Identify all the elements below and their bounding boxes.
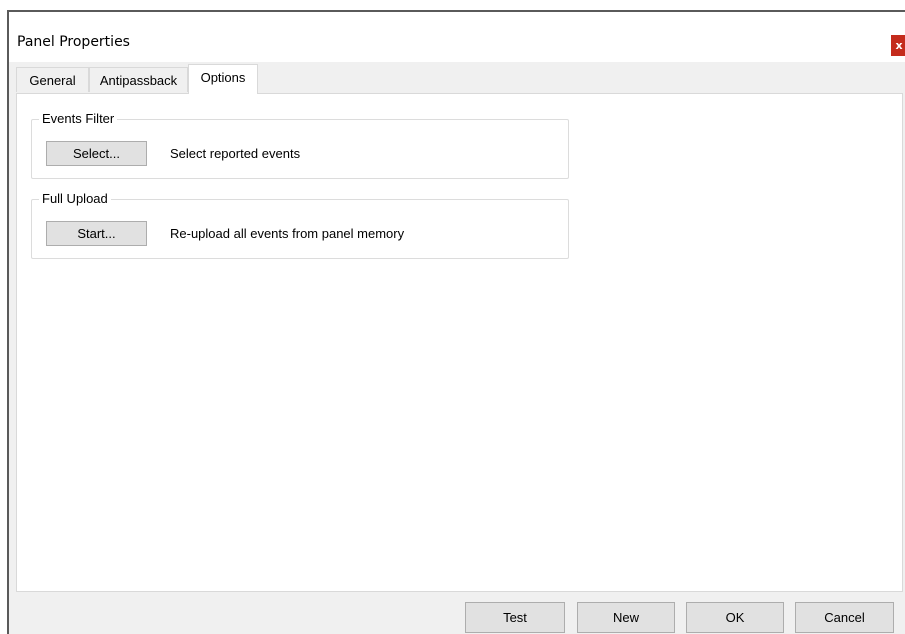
select-events-button[interactable]: Select... <box>46 141 147 166</box>
test-button[interactable]: Test <box>465 602 565 633</box>
panel-properties-dialog: Panel Properties x General Antipassback … <box>7 10 905 634</box>
full-upload-description: Re-upload all events from panel memory <box>170 226 405 241</box>
events-filter-description: Select reported events <box>170 146 301 161</box>
options-tab-panel: Events Filter Select... Select reported … <box>16 93 903 592</box>
events-filter-group: Events Filter Select... Select reported … <box>31 112 569 179</box>
new-button[interactable]: New <box>577 602 675 633</box>
tab-general[interactable]: General <box>16 67 89 92</box>
events-filter-legend: Events Filter <box>39 112 118 126</box>
close-button[interactable]: x <box>891 35 905 56</box>
close-icon: x <box>895 39 903 52</box>
window-title: Panel Properties <box>17 34 130 50</box>
start-upload-button[interactable]: Start... <box>46 221 147 246</box>
full-upload-legend: Full Upload <box>39 192 111 206</box>
title-bar[interactable]: Panel Properties x <box>9 12 905 62</box>
cancel-button[interactable]: Cancel <box>795 602 894 633</box>
ok-button[interactable]: OK <box>686 602 784 633</box>
tab-options[interactable]: Options <box>188 64 258 94</box>
tab-antipassback[interactable]: Antipassback <box>89 67 188 92</box>
full-upload-group: Full Upload Start... Re-upload all event… <box>31 192 569 259</box>
